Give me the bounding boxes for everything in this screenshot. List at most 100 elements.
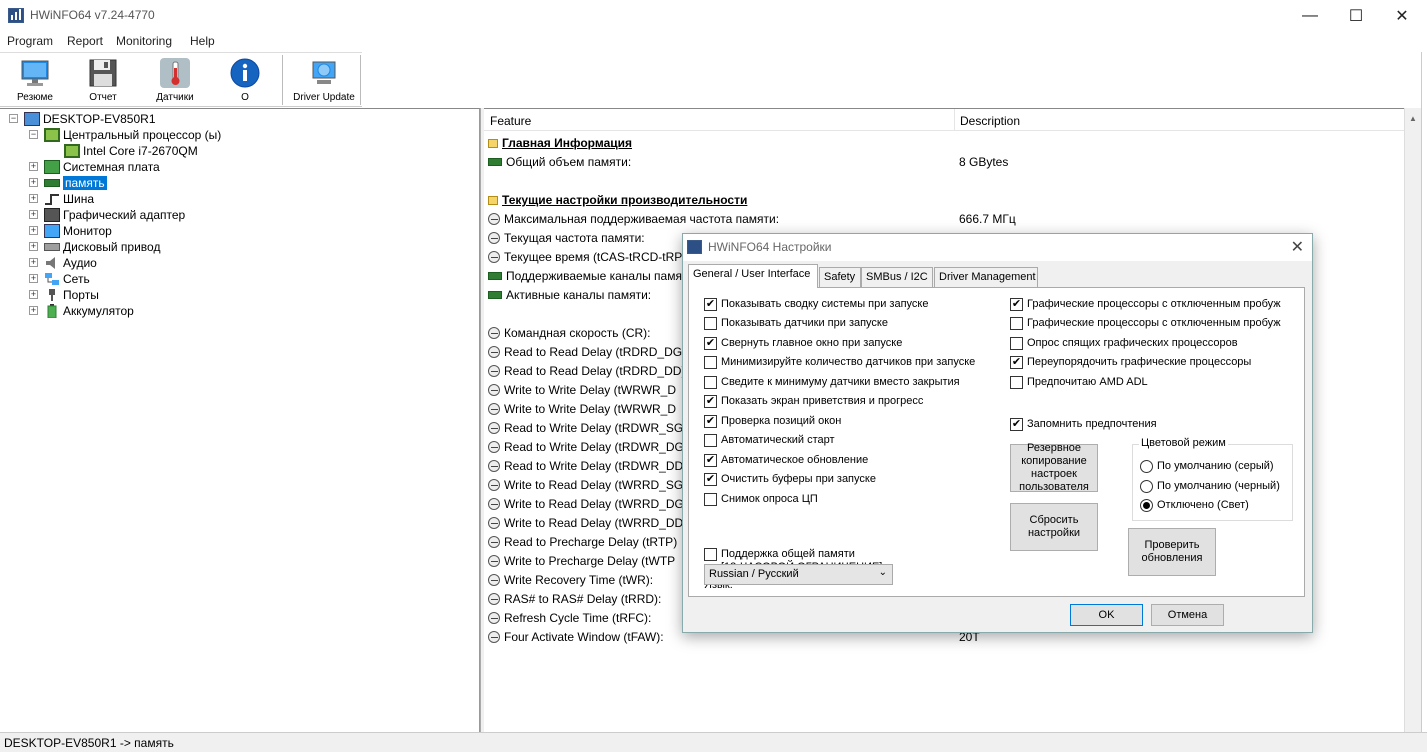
option-checkbox[interactable]: Сведите к минимуму датчики вместо закрыт…: [704, 376, 960, 389]
maximize-button[interactable]: ☐: [1333, 0, 1379, 31]
details-row[interactable]: Текущее время (tCAS-tRCD-tRP: [488, 248, 682, 266]
tree-item-disk[interactable]: Дисковый привод: [44, 239, 160, 255]
remember-preferences-checkbox[interactable]: ✔ Запомнить предпочтения: [1010, 418, 1157, 431]
summary-button[interactable]: Резюме: [10, 53, 60, 107]
checkbox-box[interactable]: ✔: [704, 415, 717, 428]
checkbox-box[interactable]: ✔: [704, 298, 717, 311]
driver-update-button[interactable]: Driver Update: [289, 53, 359, 107]
details-row[interactable]: Текущие настройки производительности: [488, 191, 747, 209]
details-row[interactable]: Write to Read Delay (tWRRD_DG: [488, 495, 684, 513]
option-checkbox[interactable]: Автоматический старт: [704, 434, 835, 447]
sensors-button[interactable]: Датчики: [150, 53, 200, 107]
option-checkbox[interactable]: ✔ Показывать сводку системы при запуске: [704, 298, 928, 311]
color-mode-option-gray[interactable]: По умолчанию (серый): [1140, 460, 1274, 473]
report-button[interactable]: Отчет: [78, 53, 128, 107]
checkbox-box[interactable]: ✔: [1010, 356, 1023, 369]
title-bar[interactable]: HWiNFO64 v7.24-4770 — ☐ ✕: [0, 0, 1427, 31]
menu-help[interactable]: Help: [190, 34, 215, 48]
description-column-header[interactable]: Description: [954, 109, 1020, 131]
details-row[interactable]: Read to Write Delay (tRDWR_DD: [488, 457, 683, 475]
menu-report[interactable]: Report: [67, 34, 103, 48]
checkbox-box[interactable]: [1010, 317, 1023, 330]
details-row[interactable]: Write to Write Delay (tWRWR_D: [488, 381, 676, 399]
details-row[interactable]: Read to Precharge Delay (tRTP): [488, 533, 677, 551]
tab-general-ui[interactable]: General / User Interface: [688, 264, 818, 288]
details-row[interactable]: Read to Write Delay (tRDWR_SG: [488, 419, 683, 437]
option-checkbox[interactable]: ✔ Показать экран приветствия и прогресс: [704, 395, 923, 408]
details-row[interactable]: Write to Precharge Delay (tWTP: [488, 552, 675, 570]
option-checkbox[interactable]: Предпочитаю AMD ADL: [1010, 376, 1148, 389]
radio-button[interactable]: [1140, 480, 1153, 493]
settings-dialog[interactable]: HWiNFO64 Настройки ✕ General / User Inte…: [682, 233, 1313, 633]
tree-item-bus[interactable]: Шина: [44, 191, 94, 207]
checkbox-box[interactable]: [704, 356, 717, 369]
collapse-icon[interactable]: −: [29, 130, 38, 139]
option-checkbox[interactable]: Минимизируйте количество датчиков при за…: [704, 356, 975, 369]
cancel-button[interactable]: Отмена: [1151, 604, 1224, 626]
option-checkbox[interactable]: Опрос спящих графических процессоров: [1010, 337, 1238, 350]
expand-icon[interactable]: +: [29, 194, 38, 203]
checkbox-box[interactable]: [704, 434, 717, 447]
expand-icon[interactable]: +: [29, 242, 38, 251]
radio-button[interactable]: [1140, 499, 1153, 512]
details-row[interactable]: Four Activate Window (tFAW): 20T: [488, 628, 980, 646]
device-tree[interactable]: − DESKTOP-EV850R1 − Центральный процессо…: [0, 108, 480, 732]
language-select[interactable]: Russian / Русский ⌄: [704, 564, 893, 585]
checkbox-box[interactable]: ✔: [704, 454, 717, 467]
details-row[interactable]: Текущая частота памяти:: [488, 229, 645, 247]
checkbox-box[interactable]: [1010, 337, 1023, 350]
checkbox-box[interactable]: [704, 548, 717, 561]
tab-safety[interactable]: Safety: [819, 267, 861, 287]
tree-item-cpu-model[interactable]: Intel Core i7-2670QM: [64, 143, 198, 159]
details-row[interactable]: Главная Информация: [488, 134, 632, 152]
about-button[interactable]: О: [220, 53, 270, 107]
details-row[interactable]: Write Recovery Time (tWR):: [488, 571, 653, 589]
checkbox-box[interactable]: ✔: [704, 395, 717, 408]
expand-icon[interactable]: +: [29, 274, 38, 283]
radio-button[interactable]: [1140, 460, 1153, 473]
tree-item-gpu[interactable]: Графический адаптер: [44, 207, 185, 223]
expand-icon[interactable]: +: [29, 258, 38, 267]
details-row[interactable]: Read to Write Delay (tRDWR_DG: [488, 438, 684, 456]
tree-item-cpu[interactable]: Центральный процессор (ы): [44, 127, 221, 143]
option-checkbox[interactable]: ✔ Переупорядочить графические процессоры: [1010, 356, 1251, 369]
option-checkbox[interactable]: ✔ Автоматическое обновление: [704, 454, 868, 467]
expand-icon[interactable]: +: [29, 162, 38, 171]
expand-icon[interactable]: +: [29, 226, 38, 235]
ok-button[interactable]: OK: [1070, 604, 1143, 626]
expand-icon[interactable]: +: [29, 210, 38, 219]
scroll-up-arrow-icon[interactable]: ▲: [1409, 114, 1417, 123]
color-mode-option-black[interactable]: По умолчанию (черный): [1140, 480, 1280, 493]
details-row[interactable]: Write to Write Delay (tWRWR_D: [488, 400, 676, 418]
checkbox-box[interactable]: [704, 317, 717, 330]
tree-item-memory[interactable]: память: [44, 175, 107, 191]
tree-item-motherboard[interactable]: Системная плата: [44, 159, 160, 175]
option-checkbox[interactable]: ✔ Свернуть главное окно при запуске: [704, 337, 902, 350]
details-row[interactable]: Максимальная поддерживаемая частота памя…: [488, 210, 1016, 228]
tree-root[interactable]: DESKTOP-EV850R1: [24, 111, 156, 127]
details-row[interactable]: Write to Read Delay (tWRRD_SG: [488, 476, 683, 494]
tree-item-network[interactable]: Сеть: [44, 271, 90, 287]
window-scrollbar[interactable]: [1421, 52, 1427, 742]
option-checkbox[interactable]: ✔ Графические процессоры с отключенным пр…: [1010, 298, 1281, 311]
checkbox-box[interactable]: [704, 493, 717, 506]
tree-item-ports[interactable]: Порты: [44, 287, 99, 303]
details-row[interactable]: RAS# to RAS# Delay (tRRD):: [488, 590, 661, 608]
backup-settings-button[interactable]: Резервное копирование настроек пользоват…: [1010, 442, 1098, 493]
tree-item-battery[interactable]: Аккумулятор: [44, 303, 134, 319]
menu-monitoring[interactable]: Monitoring: [116, 34, 172, 48]
checkbox-box[interactable]: [704, 376, 717, 389]
details-row[interactable]: Общий объем памяти: 8 GBytes: [488, 153, 1008, 171]
dialog-title-bar[interactable]: HWiNFO64 Настройки ✕: [683, 234, 1312, 261]
details-row[interactable]: Поддерживаемые каналы памя: [488, 267, 682, 285]
menu-program[interactable]: Program: [7, 34, 53, 48]
minimize-button[interactable]: —: [1287, 0, 1333, 31]
expand-icon[interactable]: +: [29, 290, 38, 299]
details-row[interactable]: Командная скорость (CR):: [488, 324, 651, 342]
tree-item-audio[interactable]: Аудио: [44, 255, 97, 271]
color-mode-option-light[interactable]: Отключено (Свет): [1140, 499, 1249, 512]
checkbox-box[interactable]: ✔: [704, 473, 717, 486]
reset-settings-button[interactable]: Сбросить настройки: [1010, 503, 1098, 551]
details-row[interactable]: Активные каналы памяти:: [488, 286, 651, 304]
option-checkbox[interactable]: ✔ Проверка позиций окон: [704, 415, 841, 428]
